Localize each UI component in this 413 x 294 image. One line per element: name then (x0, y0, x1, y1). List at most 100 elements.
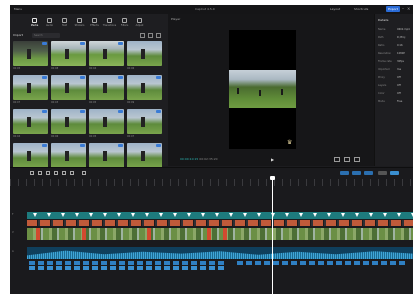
subtitle-clip[interactable] (291, 261, 297, 265)
media-search-input[interactable]: Search (32, 33, 60, 38)
subtitle-clip[interactable] (128, 266, 134, 270)
transition-marker[interactable] (215, 213, 219, 217)
media-clip[interactable]: 00:05 (89, 109, 124, 140)
text-clip[interactable] (157, 220, 168, 226)
subtitle-clip[interactable] (309, 261, 315, 265)
media-clip[interactable]: 00:05 (13, 41, 48, 72)
media-clip[interactable]: 00:09 (127, 75, 162, 106)
text-clip[interactable] (196, 220, 207, 226)
text-clip[interactable] (131, 220, 142, 226)
link-toggle[interactable] (352, 171, 361, 175)
video-clip-marker[interactable] (207, 228, 211, 240)
track-audio[interactable] (27, 247, 413, 259)
subtitle-clip[interactable] (146, 261, 152, 265)
subtitle-clip[interactable] (182, 266, 188, 270)
subtitle-clip[interactable] (56, 261, 62, 265)
media-tool-audio[interactable]: Audio (42, 14, 57, 31)
subtitle-clip[interactable] (119, 266, 125, 270)
text-clip[interactable] (274, 220, 285, 226)
media-clip[interactable]: 00:07 (127, 109, 162, 140)
subtitle-clip[interactable] (372, 261, 378, 265)
subtitle-clip[interactable] (345, 261, 351, 265)
transition-marker[interactable] (117, 213, 121, 217)
subtitle-clip[interactable] (101, 261, 107, 265)
subtitle-clip[interactable] (74, 266, 80, 270)
menu-button[interactable]: Menu (14, 7, 22, 11)
subtitle-clip[interactable] (119, 261, 125, 265)
text-clip[interactable] (40, 220, 51, 226)
transition-marker[interactable] (369, 213, 373, 217)
subtitle-clip[interactable] (29, 266, 35, 270)
media-tool-media[interactable]: Media (27, 14, 42, 31)
subtitle-clip[interactable] (164, 261, 170, 265)
close-icon[interactable]: × (407, 6, 412, 12)
media-clip[interactable]: 00:03 (51, 75, 86, 106)
subtitle-clip[interactable] (191, 261, 197, 265)
text-clip[interactable] (66, 220, 77, 226)
subtitle-clip[interactable] (200, 261, 206, 265)
subtitle-clip[interactable] (74, 261, 80, 265)
magnet-toggle[interactable] (340, 171, 349, 175)
text-clip[interactable] (326, 220, 337, 226)
playhead[interactable] (270, 176, 275, 294)
transition-marker[interactable] (313, 213, 317, 217)
undo-icon[interactable] (38, 171, 42, 175)
transition-marker[interactable] (229, 213, 233, 217)
subtitle-clip[interactable] (381, 261, 387, 265)
subtitle-clip[interactable] (264, 261, 270, 265)
subtitle-clip[interactable] (83, 266, 89, 270)
list-view-icon[interactable] (140, 33, 145, 38)
record-icon[interactable] (82, 171, 86, 175)
video-preview[interactable]: ♛ (229, 30, 296, 149)
transition-marker[interactable] (61, 213, 65, 217)
text-clip[interactable] (248, 220, 259, 226)
import-tab[interactable]: Import (13, 33, 23, 37)
text-clip[interactable] (287, 220, 298, 226)
transition-marker[interactable] (75, 213, 79, 217)
subtitle-clip[interactable] (110, 261, 116, 265)
text-clip[interactable] (27, 220, 38, 226)
text-clip[interactable] (105, 220, 116, 226)
subtitle-clip[interactable] (38, 266, 44, 270)
quality-icon[interactable] (334, 157, 340, 162)
zoom-out-icon[interactable] (378, 171, 387, 175)
transition-marker[interactable] (299, 213, 303, 217)
play-icon[interactable]: ▶ (271, 157, 276, 162)
text-clip[interactable] (339, 220, 350, 226)
subtitle-clip[interactable] (282, 261, 288, 265)
subtitle-clip[interactable] (237, 261, 243, 265)
subtitle-clip[interactable] (182, 261, 188, 265)
media-tool-effects[interactable]: Effects (87, 14, 102, 31)
text-clip[interactable] (92, 220, 103, 226)
text-clip[interactable] (118, 220, 129, 226)
media-tool-text[interactable]: Text (57, 14, 72, 31)
subtitle-clip[interactable] (218, 261, 224, 265)
subtitle-clip[interactable] (363, 261, 369, 265)
transition-marker[interactable] (131, 213, 135, 217)
transition-marker[interactable] (187, 213, 191, 217)
text-clip[interactable] (378, 220, 389, 226)
subtitle-clip[interactable] (173, 266, 179, 270)
media-tool-filters[interactable]: Filters (117, 14, 132, 31)
subtitle-clip[interactable] (173, 261, 179, 265)
media-clip[interactable]: 00:06 (127, 41, 162, 72)
subtitle-clip[interactable] (128, 261, 134, 265)
video-clip-marker[interactable] (223, 228, 227, 240)
subtitle-clip[interactable] (101, 266, 107, 270)
text-clip[interactable] (365, 220, 376, 226)
sort-icon[interactable] (156, 33, 161, 38)
grid-view-icon[interactable] (148, 33, 153, 38)
transition-marker[interactable] (145, 213, 149, 217)
transition-marker[interactable] (327, 213, 331, 217)
text-clip[interactable] (391, 220, 402, 226)
subtitle-clip[interactable] (255, 261, 261, 265)
subtitle-clip[interactable] (191, 266, 197, 270)
transition-marker[interactable] (201, 213, 205, 217)
subtitle-clip[interactable] (56, 266, 62, 270)
subtitle-clip[interactable] (164, 266, 170, 270)
video-clip-marker[interactable] (36, 228, 40, 240)
export-button[interactable]: Export (386, 6, 400, 12)
subtitle-clip[interactable] (29, 261, 35, 265)
track-video[interactable] (27, 228, 413, 240)
transition-marker[interactable] (103, 213, 107, 217)
